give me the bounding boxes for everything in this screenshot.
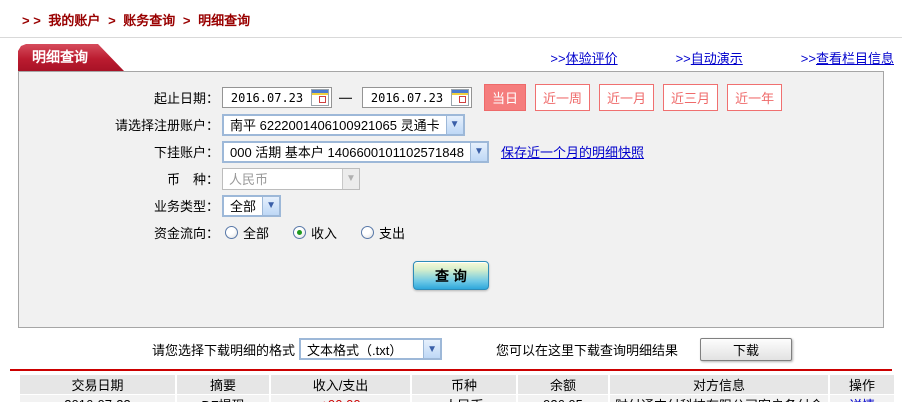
range-button-last-week[interactable]: 近一周 (535, 84, 591, 111)
breadcrumb-item-account-query[interactable]: 账务查询 (123, 13, 175, 28)
date-to-field[interactable]: 2016.07.23 (362, 87, 472, 108)
range-button-last-3-months[interactable]: 近三月 (663, 84, 719, 111)
transaction-table: 交易日期 摘要 收入/支出 币种 余额 对方信息 操作 2016-07-23 D… (18, 374, 896, 402)
breadcrumb-item-detail-query[interactable]: 明细查询 (198, 13, 250, 28)
currency-select: 人民币 ▼ (222, 167, 360, 190)
detail-link[interactable]: 详情 (849, 398, 875, 402)
header-transaction-date: 交易日期 (20, 375, 175, 394)
calendar-icon[interactable] (451, 89, 469, 106)
business-type-label: 业务类型： (153, 199, 219, 214)
link-view-column-info[interactable]: >>查看栏目信息 (801, 48, 894, 67)
breadcrumb: > > 我的账户 > 账务查询 > 明细查询 (0, 0, 902, 38)
radio-icon[interactable] (361, 226, 375, 239)
chevron-down-icon[interactable]: ▼ (445, 115, 463, 134)
currency-row: 币 种： 人民币 ▼ (19, 167, 883, 190)
register-account-select[interactable]: 南平 6222001406100921065 灵通卡 ▼ (222, 113, 465, 136)
calendar-icon[interactable] (311, 89, 329, 106)
cell-summary: DF提现 (177, 395, 269, 402)
register-account-row: 请选择注册账户： 南平 6222001406100921065 灵通卡 ▼ (19, 113, 883, 136)
header-balance: 余额 (518, 375, 608, 394)
currency-label: 币 种： (166, 172, 219, 187)
download-format-label: 请您选择下载明细的格式 (152, 342, 296, 358)
download-row: 请您选择下载明细的格式 文本格式（.txt） ▼ 您可以在这里下载查询明细结果 … (0, 336, 902, 362)
business-type-select[interactable]: 全部 ▼ (222, 194, 282, 217)
cell-counterparty: 财付通支付科技有限公司客户备付金 (610, 395, 828, 402)
cell-transaction-date: 2016-07-23 (20, 395, 175, 402)
query-form-panel: 起止日期： 2016.07.23 — 2016.07.23 当日 近一周 近一月… (18, 71, 884, 328)
sub-account-row: 下挂账户： 000 活期 基本户 1406600101102571848 ▼ 保… (19, 140, 883, 163)
currency-value: 人民币 (229, 172, 269, 187)
download-button[interactable]: 下载 (700, 337, 793, 361)
chevron-down-icon[interactable]: ▼ (423, 340, 441, 358)
fund-flow-label: 资金流向： (153, 226, 219, 241)
header-counterparty: 对方信息 (610, 375, 828, 394)
radio-expense-label: 支出 (379, 226, 406, 241)
download-format-value: 文本格式（.txt） (307, 342, 403, 358)
radio-all-label: 全部 (243, 226, 270, 241)
chevron-down-icon[interactable]: ▼ (469, 142, 487, 161)
range-button-today[interactable]: 当日 (484, 84, 527, 111)
range-button-last-year[interactable]: 近一年 (727, 84, 783, 111)
register-account-label: 请选择注册账户： (114, 118, 219, 133)
chevron-down-icon[interactable]: ▼ (262, 196, 280, 215)
tab-bar: 明细查询 >>体验评价 >>自动演示 >>查看栏目信息 (0, 44, 902, 71)
date-from-value[interactable]: 2016.07.23 (223, 91, 311, 105)
table-row: 2016-07-23 DF提现 +90.00 人民币 926.05 财付通支付科… (20, 395, 894, 402)
business-type-row: 业务类型： 全部 ▼ (19, 194, 883, 217)
table-top-divider (10, 369, 892, 371)
link-auto-demo[interactable]: >>自动演示 (676, 48, 743, 67)
sub-account-select[interactable]: 000 活期 基本户 1406600101102571848 ▼ (222, 140, 489, 163)
radio-income[interactable]: 收入 (293, 223, 337, 242)
header-action: 操作 (830, 375, 894, 394)
date-separator: — (339, 90, 352, 105)
business-type-value: 全部 (230, 199, 257, 214)
fund-flow-options: 全部 收入 支出 (225, 223, 429, 242)
tab-detail-query[interactable]: 明细查询 (18, 44, 124, 71)
date-range-row: 起止日期： 2016.07.23 — 2016.07.23 当日 近一周 近一月… (19, 84, 883, 111)
header-summary: 摘要 (177, 375, 269, 394)
header-currency: 币种 (412, 375, 516, 394)
radio-expense[interactable]: 支出 (361, 223, 405, 242)
breadcrumb-item-my-account[interactable]: 我的账户 (48, 13, 100, 28)
range-button-last-month[interactable]: 近一月 (599, 84, 655, 111)
breadcrumb-separator: > (182, 13, 191, 28)
cell-currency: 人民币 (412, 395, 516, 402)
link-experience-rating[interactable]: >>体验评价 (550, 48, 617, 67)
table-header-row: 交易日期 摘要 收入/支出 币种 余额 对方信息 操作 (20, 375, 894, 394)
cell-balance: 926.05 (518, 395, 608, 402)
cell-amount: +90.00 (271, 395, 410, 402)
cell-action: 详情 (830, 395, 894, 402)
sub-account-value: 000 活期 基本户 1406600101102571848 (230, 145, 464, 160)
date-from-field[interactable]: 2016.07.23 (222, 87, 332, 108)
date-range-label: 起止日期： (153, 91, 219, 106)
breadcrumb-prefix: > > (22, 13, 41, 28)
query-button[interactable]: 查 询 (413, 261, 489, 290)
fund-flow-row: 资金流向： 全部 收入 支出 (19, 221, 883, 244)
radio-all[interactable]: 全部 (225, 223, 269, 242)
radio-icon[interactable] (225, 226, 238, 239)
header-income-expense: 收入/支出 (271, 375, 410, 394)
top-links: >>体验评价 >>自动演示 >>查看栏目信息 (550, 48, 902, 67)
radio-checked-icon[interactable] (293, 226, 307, 239)
save-snapshot-link[interactable]: 保存近一个月的明细快照 (501, 142, 644, 161)
download-format-select[interactable]: 文本格式（.txt） ▼ (299, 338, 443, 360)
quick-range-buttons: 当日 近一周 近一月 近三月 近一年 (484, 84, 791, 111)
date-to-value[interactable]: 2016.07.23 (363, 91, 451, 105)
chevron-down-icon: ▼ (342, 168, 359, 189)
register-account-value: 南平 6222001406100921065 灵通卡 (230, 118, 440, 133)
download-hint: 您可以在这里下载查询明细结果 (496, 342, 679, 358)
sub-account-label: 下挂账户： (153, 145, 219, 160)
breadcrumb-separator: > (108, 13, 116, 28)
radio-income-label: 收入 (311, 226, 338, 241)
